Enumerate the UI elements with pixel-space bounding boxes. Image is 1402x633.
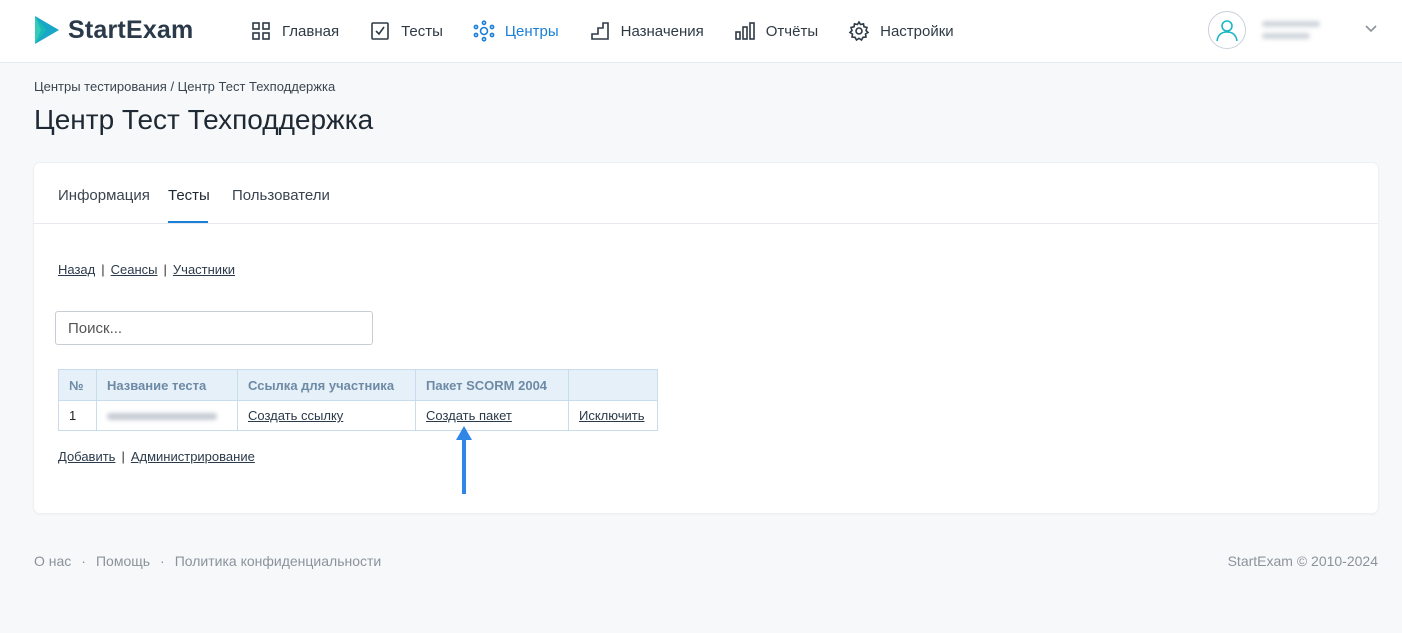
copyright: StartExam © 2010-2024 xyxy=(1227,553,1378,569)
logo-icon xyxy=(35,16,59,44)
grid-icon xyxy=(250,20,272,42)
about-link[interactable]: О нас xyxy=(34,553,71,569)
nav-label: Отчёты xyxy=(765,22,819,40)
startexam-logo[interactable]: StartExam xyxy=(32,14,193,46)
tests-table: № Название теста Ссылка для участника Па… xyxy=(58,369,658,431)
annotation-arrow-icon xyxy=(456,426,472,494)
user-icon xyxy=(1216,20,1238,42)
column-header: Пакет SCORM 2004 xyxy=(415,369,569,401)
column-header: Название теста xyxy=(96,369,238,401)
nav-item-reports[interactable]: Отчёты xyxy=(734,20,818,42)
back-link[interactable]: Назад xyxy=(58,262,95,277)
nav-item-tests[interactable]: Тесты xyxy=(369,20,443,42)
page-title: Центр Тест Техподдержка xyxy=(34,104,374,135)
checkbox-icon xyxy=(369,20,391,42)
privacy-link[interactable]: Политика конфиденциальности xyxy=(175,553,382,569)
avatar[interactable] xyxy=(1208,11,1246,49)
main-nav: Главная Тесты Центры Назначения Отчёты Н… xyxy=(250,0,984,62)
logo-text: StartExam xyxy=(68,15,194,44)
column-header xyxy=(568,369,658,401)
nav-label: Центры xyxy=(504,22,559,40)
user-name-redacted xyxy=(1262,15,1322,45)
nav-label: Настройки xyxy=(880,22,954,40)
sessions-link[interactable]: Сеансы xyxy=(111,262,158,277)
tab-users[interactable]: Пользователи xyxy=(232,187,330,204)
nav-item-home[interactable]: Главная xyxy=(250,20,339,42)
search-input[interactable] xyxy=(55,311,373,345)
top-bar: StartExam Главная Тесты Центры Назначени… xyxy=(0,0,1402,63)
exclude-cell: Исключить xyxy=(568,400,658,431)
table-row: 1 Создать ссылку Создать пакет Исключить xyxy=(58,400,658,431)
top-links: Назад | Сеансы | Участники xyxy=(58,262,236,277)
administration-link[interactable]: Администрирование xyxy=(131,449,255,464)
test-name-redacted[interactable] xyxy=(96,400,238,431)
create-link-cell: Создать ссылку xyxy=(237,400,416,431)
bar-chart-icon xyxy=(734,20,756,42)
tabs-bar: Информация Тесты Пользователи xyxy=(34,163,1378,224)
user-menu[interactable] xyxy=(1208,11,1378,49)
create-package-link[interactable]: Создать пакет xyxy=(426,408,512,423)
content-card: Информация Тесты Пользователи Назад | Сеан… xyxy=(34,163,1378,513)
add-link[interactable]: Добавить xyxy=(58,449,115,464)
breadcrumb[interactable]: Центры тестирования / Центр Тест Техподд… xyxy=(34,79,335,94)
tab-info[interactable]: Информация xyxy=(58,187,150,204)
bottom-links: Добавить | Администрирование xyxy=(58,449,255,464)
nav-label: Назначения xyxy=(620,22,704,40)
footer-links: О нас · Помощь · Политика конфиденциальности xyxy=(34,553,382,569)
create-link-link[interactable]: Создать ссылку xyxy=(248,408,343,423)
table-header-row: № Название теста Ссылка для участника Па… xyxy=(58,369,658,401)
row-number: 1 xyxy=(58,400,97,431)
active-tab-indicator xyxy=(168,221,208,223)
steps-icon xyxy=(589,20,611,42)
participants-link[interactable]: Участники xyxy=(173,262,235,277)
gear-icon xyxy=(848,20,870,42)
nav-label: Тесты xyxy=(401,22,443,40)
tab-tests[interactable]: Тесты xyxy=(168,187,210,204)
nav-item-settings[interactable]: Настройки xyxy=(848,20,954,42)
chevron-down-icon[interactable] xyxy=(1364,21,1378,39)
nav-item-centers[interactable]: Центры xyxy=(473,20,559,42)
column-header: № xyxy=(58,369,97,401)
create-package-cell: Создать пакет xyxy=(415,400,569,431)
help-link[interactable]: Помощь xyxy=(96,553,150,569)
network-icon xyxy=(473,20,495,42)
exclude-link[interactable]: Исключить xyxy=(579,408,645,423)
nav-label: Главная xyxy=(282,22,340,40)
column-header: Ссылка для участника xyxy=(237,369,416,401)
nav-item-assignments[interactable]: Назначения xyxy=(589,20,704,42)
